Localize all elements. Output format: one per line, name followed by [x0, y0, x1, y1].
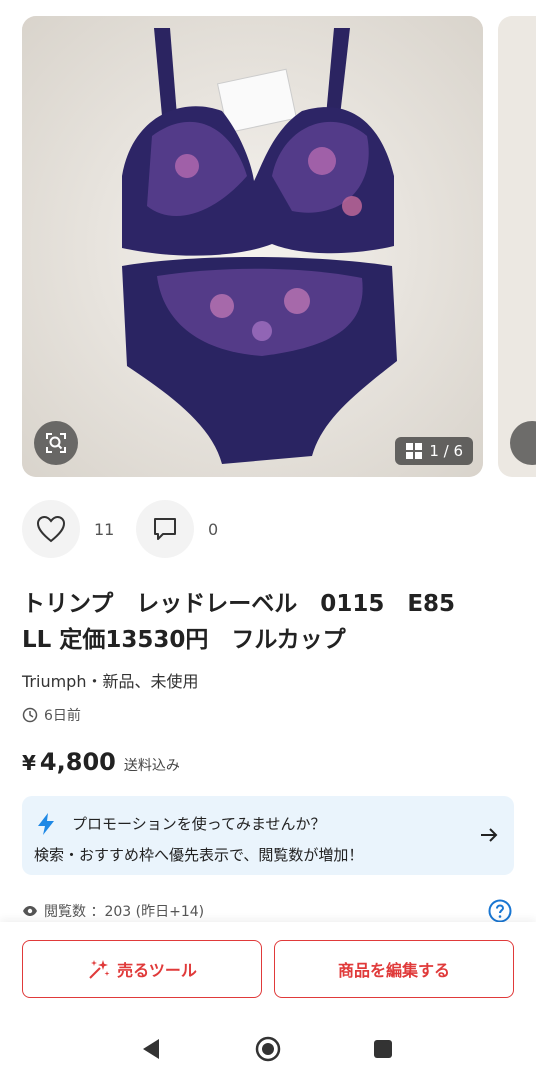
system-navigation-bar	[0, 1022, 536, 1080]
promotion-title: プロモーションを使ってみませんか？	[72, 815, 326, 833]
promotion-subtitle: 検索・おすすめ枠へ優先表示で、閲覧数が増加！	[34, 846, 364, 864]
edit-item-button[interactable]: 商品を編集する	[274, 940, 514, 998]
grid-icon	[406, 443, 423, 459]
edit-item-label: 商品を編集する	[337, 961, 450, 980]
home-icon[interactable]	[255, 1036, 281, 1062]
shipping-note: 送料込み	[123, 758, 180, 774]
comment-icon	[154, 518, 176, 540]
eye-icon	[23, 906, 37, 916]
posted-time-text: 6日前	[44, 708, 81, 724]
heart-icon	[36, 515, 66, 543]
view-count: 閲覧数 ：203 (昨日+14)	[22, 901, 204, 921]
lingerie-image	[22, 16, 483, 477]
image-gallery[interactable]: 1 / 6	[0, 0, 536, 490]
engagement-bar: 11 0	[22, 499, 250, 559]
price: ¥ 4,800 送料込み	[22, 748, 180, 776]
promotion-banner[interactable]: プロモーションを使ってみませんか？ 検索・おすすめ枠へ優先表示で、閲覧数が増加！	[22, 796, 514, 875]
image-counter[interactable]: 1 / 6	[395, 437, 473, 465]
back-icon[interactable]	[141, 1038, 161, 1060]
next-photo-preview[interactable]	[498, 16, 536, 477]
product-photo[interactable]: 1 / 6	[22, 16, 483, 477]
help-icon[interactable]	[488, 899, 512, 923]
sell-tool-label: 売るツール	[117, 961, 197, 980]
like-button[interactable]	[22, 500, 80, 558]
zoom-button[interactable]	[34, 421, 78, 465]
bottom-action-bar: 売るツール 商品を編集する	[0, 922, 536, 1022]
comment-button[interactable]	[136, 500, 194, 558]
posted-time: 6日前	[22, 705, 81, 725]
search-zoom-icon	[46, 433, 66, 453]
sell-tool-button[interactable]: 売るツール	[22, 940, 262, 998]
price-value: 4,800	[39, 748, 116, 776]
sparkle-icon	[89, 960, 110, 979]
next-zoom-button[interactable]	[510, 421, 536, 465]
clock-icon	[22, 707, 38, 723]
recents-icon[interactable]	[373, 1039, 393, 1059]
item-title: トリンプ レッドレーベル 0115 E85 LL 定価13530円 フルカップ	[22, 591, 479, 653]
like-count: 11	[94, 519, 115, 539]
arrow-right-icon	[481, 828, 498, 842]
brand-condition[interactable]: Triumph・新品、未使用	[22, 668, 198, 692]
currency-symbol: ¥	[22, 751, 36, 775]
image-counter-text: 1 / 6	[429, 442, 463, 460]
lightning-icon	[38, 813, 54, 835]
comment-count: 0	[208, 519, 219, 539]
view-count-text: 閲覧数 ：203 (昨日+14)	[44, 904, 205, 920]
